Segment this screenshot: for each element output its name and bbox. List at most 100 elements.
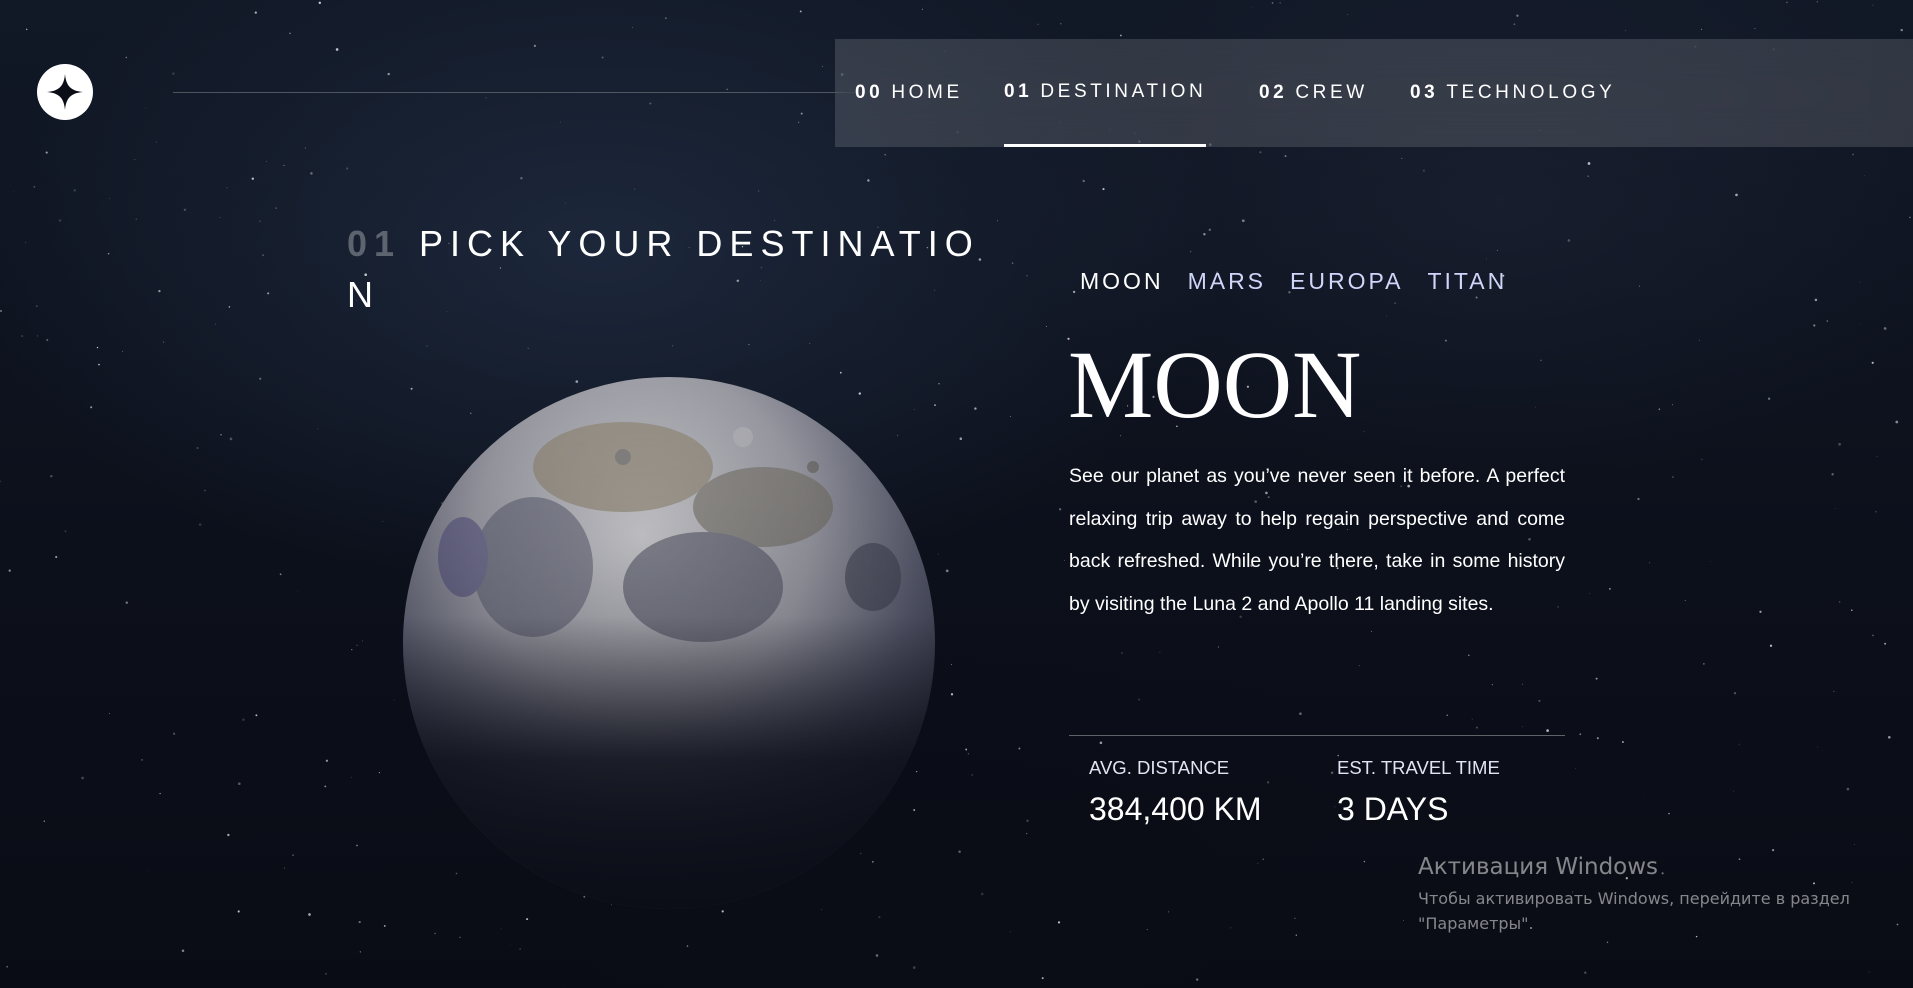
star-dot [163, 341, 165, 343]
star-dot [1516, 14, 1519, 17]
star-dot [25, 241, 27, 243]
star-dot [1217, 646, 1220, 648]
tab-mars[interactable]: MARS [1188, 268, 1266, 305]
star-dot [485, 97, 487, 99]
star-dot [196, 446, 199, 450]
star-dot [356, 844, 358, 847]
star-dot [1496, 249, 1498, 251]
star-dot [875, 954, 879, 957]
star-dot [50, 475, 53, 478]
star-dot [1587, 175, 1589, 177]
star-dot [159, 792, 161, 795]
star-dot [1475, 726, 1478, 729]
star-dot [1710, 561, 1711, 562]
star-dot [1422, 169, 1425, 172]
star-dot [1294, 917, 1296, 919]
star-dot [325, 759, 329, 762]
nav-home-number: 00 [855, 82, 884, 103]
star-dot [147, 870, 148, 871]
star-dot [1859, 281, 1861, 283]
tab-moon[interactable]: MOON [1080, 268, 1164, 305]
star-dot [748, 343, 750, 346]
star-dot [1852, 153, 1855, 156]
stat-avg-distance: AVG. DISTANCE 384,400 KM [1089, 757, 1262, 828]
star-dot [867, 179, 870, 182]
star-dot [1817, 746, 1819, 748]
star-dot [809, 342, 811, 344]
star-dot [64, 530, 67, 533]
star-dot [1754, 27, 1756, 30]
star-dot [1513, 23, 1516, 26]
star-dot [1540, 359, 1542, 361]
star-dot [45, 151, 48, 154]
star-dot [6, 965, 9, 968]
star-dot [1738, 743, 1740, 745]
nav-crew[interactable]: 02 CREW [1259, 39, 1368, 147]
star-dot [822, 65, 823, 67]
star-dot [527, 347, 529, 350]
star-dot [1358, 665, 1360, 667]
moon-image [403, 377, 935, 909]
star-dot [1370, 630, 1373, 633]
star-dot [1639, 285, 1640, 287]
star-dot [800, 112, 803, 115]
star-dot [1279, 2, 1281, 4]
star-dot [33, 186, 36, 188]
star-dot [1334, 806, 1336, 808]
star-dot [387, 72, 390, 76]
star-dot [259, 220, 262, 222]
star-dot [634, 188, 636, 190]
star-dot [937, 553, 939, 555]
nav-destination[interactable]: 01 DESTINATION [1004, 39, 1207, 147]
star-dot [155, 141, 157, 143]
star-dot [1883, 327, 1887, 330]
star-dot [1026, 819, 1029, 823]
star-dot [378, 772, 380, 774]
star-dot [1839, 601, 1841, 603]
star-dot [726, 88, 729, 91]
star-dot [1584, 971, 1587, 974]
star-dot [96, 346, 99, 349]
star-dot [1146, 928, 1148, 930]
star-dot [1491, 684, 1493, 686]
star-dot [1625, 30, 1626, 32]
star-dot [172, 732, 176, 735]
tab-europa[interactable]: EUROPA [1290, 268, 1403, 305]
star-dot [1854, 844, 1855, 845]
star-dot [1064, 559, 1065, 561]
star-dot [1535, 406, 1536, 408]
star-dot [1037, 23, 1039, 25]
windows-activation-watermark: Активация Windows Чтобы активировать Win… [1418, 854, 1850, 936]
star-dot [799, 10, 802, 13]
destination-description: See our planet as you’ve never seen it b… [1069, 465, 1565, 615]
star-dot [974, 407, 977, 410]
star-dot [1058, 508, 1062, 511]
star-dot [1522, 683, 1524, 685]
star-dot [255, 714, 258, 717]
star-dot [721, 910, 724, 913]
star-dot [1009, 931, 1011, 933]
star-dot [1850, 609, 1853, 612]
nav-home[interactable]: 00 HOME [855, 39, 963, 147]
star-dot [912, 966, 916, 969]
star-logo-icon[interactable] [37, 64, 93, 120]
star-dot [1701, 458, 1703, 461]
page-heading-number: 01 [347, 223, 402, 264]
star-dot [356, 644, 358, 646]
stats-divider [1069, 735, 1565, 736]
star-dot [967, 753, 970, 755]
destination-name: MOON [1068, 331, 1362, 438]
tab-titan[interactable]: TITAN [1427, 268, 1507, 305]
star-dot [500, 927, 502, 929]
nav-technology[interactable]: 03 TECHNOLOGY [1410, 39, 1615, 147]
star-dot [8, 569, 11, 572]
star-dot [1138, 698, 1141, 701]
star-dot [945, 569, 949, 573]
stat-travel-time-label: EST. TRAVEL TIME [1337, 757, 1500, 778]
star-dot [1099, 741, 1103, 745]
stat-avg-distance-value: 384,400 KM [1089, 791, 1262, 827]
star-dot [1241, 219, 1245, 223]
star-dot [1846, 787, 1850, 791]
star-dot [686, 945, 689, 947]
star-dot [1018, 747, 1021, 750]
